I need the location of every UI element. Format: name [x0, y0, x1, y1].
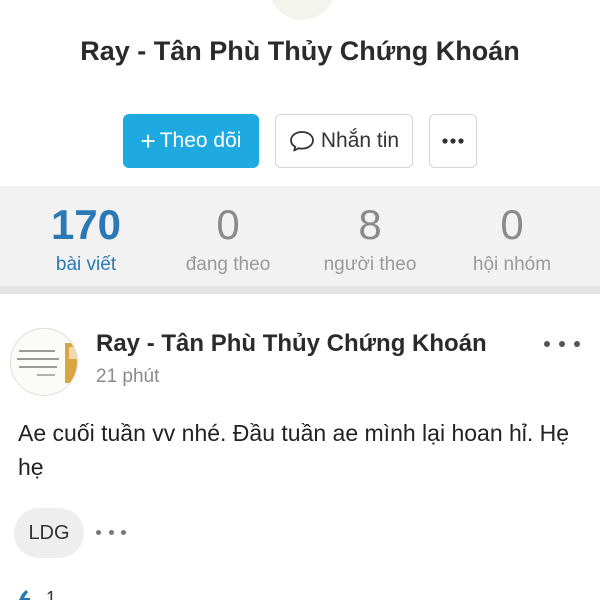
stat-label: người theo: [323, 254, 417, 276]
stat-label: đang theo: [185, 254, 271, 276]
chat-bubble-icon: [289, 131, 314, 152]
post-body: Ae cuối tuần vv nhé. Đầu tuần ae mình lạ…: [18, 420, 570, 480]
stat-value: 8: [358, 201, 382, 248]
stat-groups[interactable]: 0 hội nhóm: [442, 201, 582, 276]
more-options-button[interactable]: [429, 114, 477, 168]
stat-following[interactable]: 0 đang theo: [158, 201, 298, 276]
stat-label: hội nhóm: [472, 254, 552, 276]
follow-button[interactable]: + Theo dõi: [123, 114, 259, 168]
profile-stats: 170 bài viết 0 đang theo 8 người theo 0 …: [0, 186, 600, 294]
stat-value: 170: [50, 201, 122, 248]
post-more-icon[interactable]: [544, 336, 580, 352]
post-author-avatar[interactable]: [10, 328, 78, 396]
stock-tag[interactable]: LDG: [14, 508, 84, 558]
post-author-name[interactable]: Ray - Tân Phù Thủy Chứng Khoán: [96, 330, 487, 358]
like-icon[interactable]: [16, 590, 30, 600]
stat-value: 0: [216, 201, 240, 248]
post-timestamp: 21 phút: [96, 366, 160, 387]
stat-value: 0: [500, 201, 524, 248]
profile-actions: + Theo dõi Nhắn tin: [123, 114, 477, 168]
stat-posts[interactable]: 170 bài viết: [16, 201, 156, 276]
stat-followers[interactable]: 8 người theo: [300, 201, 440, 276]
plus-icon: +: [140, 126, 156, 156]
more-horizontal-icon: [442, 138, 464, 144]
profile-name: Ray - Tân Phù Thủy Chứng Khoán: [80, 36, 520, 66]
tag-more-icon[interactable]: [96, 526, 126, 538]
message-button[interactable]: Nhắn tin: [275, 114, 413, 168]
follow-button-label: Theo dõi: [159, 129, 242, 152]
message-button-label: Nhắn tin: [320, 129, 400, 152]
like-count: 1: [46, 588, 57, 600]
profile-avatar[interactable]: [270, 0, 334, 20]
stat-label: bài viết: [55, 254, 117, 276]
